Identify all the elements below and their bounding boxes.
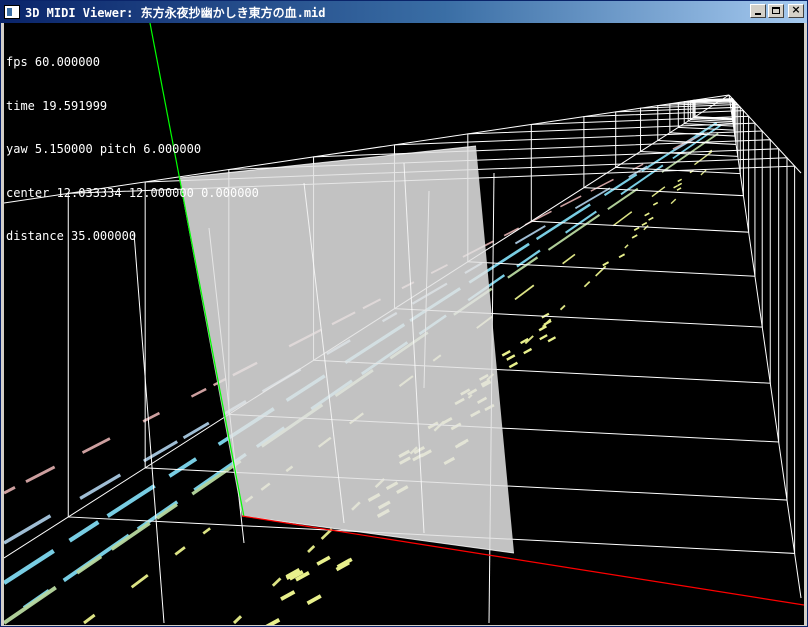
midi-note <box>643 225 649 231</box>
midi-note <box>508 361 519 369</box>
midi-note <box>190 387 207 398</box>
grid-edge <box>728 94 802 599</box>
midi-note <box>106 483 156 518</box>
midi-note <box>574 187 611 210</box>
app-window: 3D MIDI Viewer: 东方永夜抄幽かしき東方の血.mid × fps … <box>0 0 808 627</box>
midi-note <box>83 613 96 625</box>
midi-note <box>265 617 281 625</box>
midi-note <box>306 594 322 605</box>
midi-note <box>694 151 712 166</box>
midi-note <box>648 216 654 221</box>
midi-note <box>641 221 648 227</box>
midi-note <box>68 520 100 543</box>
minimize-button[interactable] <box>750 4 766 18</box>
debug-hud: fps 60.000000 time 19.591999 yaw 5.15000… <box>6 26 259 273</box>
midi-note <box>618 253 626 259</box>
app-icon[interactable] <box>4 5 20 19</box>
midi-note <box>4 549 55 585</box>
midi-note <box>506 354 516 361</box>
midi-note <box>539 334 548 341</box>
hud-center: center 12.033334 12.000000 0.000000 <box>6 185 259 200</box>
midi-note <box>547 336 557 343</box>
midi-note <box>676 187 682 191</box>
midi-note <box>652 201 659 206</box>
midi-note <box>202 527 211 535</box>
midi-note <box>130 573 149 589</box>
midi-note <box>271 577 282 587</box>
midi-note <box>280 590 296 601</box>
midi-note <box>583 281 591 288</box>
midi-note <box>232 615 243 625</box>
grid-ring <box>530 115 750 233</box>
midi-note <box>612 211 633 227</box>
midi-note <box>514 284 535 301</box>
close-icon: × <box>791 3 801 16</box>
midi-note <box>677 182 683 187</box>
midi-note <box>4 486 16 495</box>
midi-note <box>547 213 601 251</box>
grid-line <box>133 232 165 624</box>
midi-note <box>503 227 520 237</box>
midi-note <box>307 544 316 553</box>
midi-note <box>25 465 56 483</box>
midi-note <box>700 169 707 176</box>
hud-time: time 19.591999 <box>6 98 108 113</box>
close-button[interactable]: × <box>788 3 804 18</box>
midi-3d-viewport[interactable]: fps 60.000000 time 19.591999 yaw 5.15000… <box>4 23 804 625</box>
midi-note <box>607 187 639 211</box>
midi-note <box>673 184 678 189</box>
midi-note <box>523 347 533 355</box>
maximize-button[interactable] <box>768 4 784 18</box>
title-bar[interactable]: 3D MIDI Viewer: 东方永夜抄幽かしき東方の血.mid × <box>1 1 807 23</box>
midi-note <box>79 473 122 500</box>
midi-note <box>316 555 331 566</box>
midi-note <box>562 253 576 265</box>
midi-note <box>76 554 103 575</box>
midi-note <box>110 521 151 551</box>
maximize-icon <box>772 7 780 14</box>
midi-note <box>631 234 638 239</box>
window-title: 3D MIDI Viewer: 东方永夜抄幽かしき東方の血.mid <box>25 5 326 20</box>
midi-note <box>81 437 111 454</box>
midi-note <box>559 304 566 311</box>
midi-note <box>602 261 610 267</box>
midi-note <box>4 585 57 625</box>
midi-note <box>168 457 198 478</box>
midi-note <box>670 198 677 205</box>
hud-yaw-pitch: yaw 5.150000 pitch 6.000000 <box>6 142 202 156</box>
midi-note <box>174 546 186 556</box>
midi-note <box>4 514 52 545</box>
hud-distance: distance 35.000000 <box>6 229 137 243</box>
minimize-icon <box>755 13 761 15</box>
midi-note <box>564 210 597 234</box>
midi-note <box>624 244 629 249</box>
midi-note <box>677 178 683 183</box>
midi-note <box>644 212 650 217</box>
midi-note <box>155 503 178 520</box>
midi-note <box>507 256 539 279</box>
midi-note <box>501 350 511 357</box>
hud-fps: fps 60.000000 <box>6 55 100 69</box>
midi-note <box>633 226 640 232</box>
midi-note <box>560 195 582 208</box>
midi-note <box>595 265 607 277</box>
window-controls: × <box>750 3 804 18</box>
